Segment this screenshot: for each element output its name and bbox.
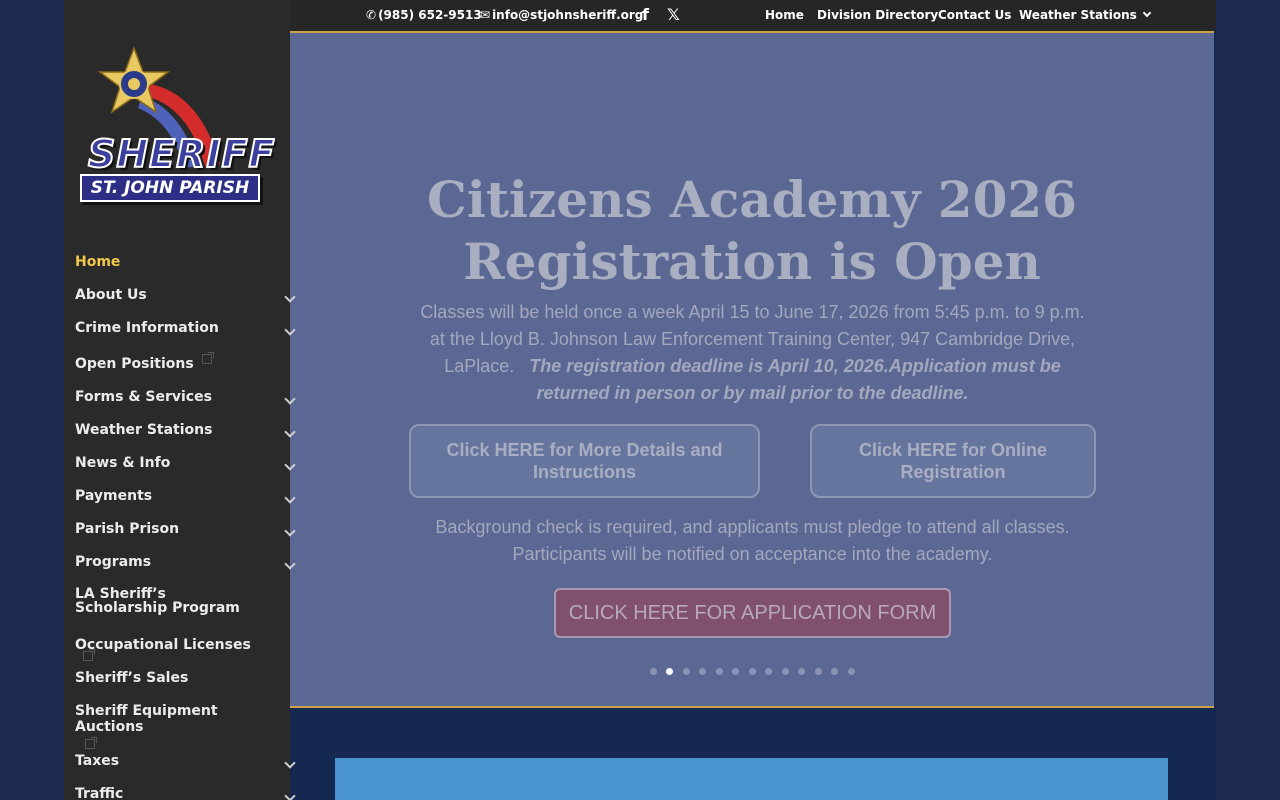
sidebar-item-label: Occupational Licenses [75, 637, 251, 653]
sidebar-item-label: Forms & Services [75, 389, 212, 405]
chevron-down-icon [1142, 8, 1152, 18]
sidebar-item-occupational-licenses[interactable]: Occupational Licenses [75, 637, 290, 669]
sidebar-item-about-us[interactable]: About Us [75, 287, 296, 303]
hero-note: Background check is required, and applic… [435, 517, 1070, 564]
email-link[interactable]: ✉ info@stjohnsheriff.org [480, 8, 643, 22]
slider-dot[interactable] [814, 668, 822, 675]
phone-icon: ✆ [366, 8, 377, 22]
top-nav-contact-us[interactable]: Contact Us [938, 8, 1011, 22]
x-icon[interactable]: 𝕏 [667, 5, 680, 24]
sidebar-item-weather-stations[interactable]: Weather Stations [75, 422, 296, 438]
sidebar-item-label: Taxes [75, 753, 120, 769]
slider-dot[interactable] [781, 668, 789, 675]
sidebar-item-forms-services[interactable]: Forms & Services [75, 389, 296, 405]
sidebar-item-label: Home [75, 254, 121, 270]
hero-slider: Citizens Academy 2026 Registration is Op… [290, 31, 1214, 708]
sidebar-item-label: Weather Stations [75, 422, 213, 438]
sidebar-item-label: Traffic [75, 786, 124, 800]
phone-link[interactable]: ✆ (985) 652-9513 [366, 8, 482, 22]
sidebar-item-sheriffs-sales[interactable]: Sheriff’s Sales [75, 670, 290, 686]
sidebar-item-parish-prison[interactable]: Parish Prison [75, 521, 296, 537]
top-bar: ✆ (985) 652-9513 ✉ info@stjohnsheriff.org … [290, 0, 1216, 31]
hero-deadline-text: The registration deadline is April 10, 2… [529, 356, 1061, 403]
hero-title-line-1: Citizens Academy 2026 [427, 170, 1077, 229]
logo-sheriff-text: SHERIFF [87, 131, 276, 177]
email-address: info@stjohnsheriff.org [492, 8, 644, 22]
slider-dot[interactable] [715, 668, 723, 675]
slider-dot[interactable] [798, 668, 805, 675]
application-form-button[interactable]: CLICK HERE FOR APPLICATION FORM [554, 588, 951, 638]
slider-dot[interactable] [699, 668, 706, 675]
more-details-button[interactable]: Click HERE for More Details and Instruct… [409, 424, 760, 498]
online-registration-button[interactable]: Click HERE for Online Registration [810, 424, 1096, 498]
content-banner [335, 758, 1168, 800]
sidebar-item-equipment-auctions[interactable]: Sheriff Equipment Auctions [75, 703, 290, 751]
sidebar-item-label: LA Sheriff’s Scholarship Program [75, 586, 240, 616]
logo-parish-text: ST. JOHN PARISH [80, 174, 260, 202]
sidebar-item-label: News & Info [75, 455, 171, 471]
phone-number: (985) 652-9513 [378, 8, 482, 22]
sidebar-item-label: Parish Prison [75, 521, 180, 537]
slider-dot[interactable] [831, 668, 838, 675]
hero-description: Classes will be held once a week April 1… [415, 299, 1090, 407]
hero-title: Citizens Academy 2026 Registration is Op… [290, 169, 1214, 293]
sidebar-item-payments[interactable]: Payments [75, 488, 296, 504]
sidebar-item-home[interactable]: Home [75, 254, 144, 270]
slider-pagination [290, 660, 1214, 675]
slider-dot[interactable] [682, 668, 690, 675]
sidebar-item-open-positions[interactable]: Open Positions [75, 352, 290, 372]
top-nav-division-directory[interactable]: Division Directory [817, 8, 938, 22]
slider-dot[interactable] [732, 668, 739, 675]
sheriff-logo[interactable]: SHERIFF ST. JOHN PARISH [80, 44, 275, 214]
sidebar-item-scholarship-program[interactable]: LA Sheriff’s Scholarship Program [75, 587, 265, 615]
sidebar-item-label: Programs [75, 554, 152, 570]
slider-dot[interactable] [666, 668, 673, 675]
slider-dot[interactable] [847, 668, 855, 675]
sidebar-item-crime-information[interactable]: Crime Information [75, 320, 296, 336]
facebook-icon[interactable]: f [642, 5, 649, 24]
sidebar-item-label: Sheriff Equipment Auctions [75, 703, 218, 735]
hero-title-line-2: Registration is Open [463, 232, 1041, 291]
sidebar-item-news-info[interactable]: News & Info [75, 455, 296, 471]
slider-dot[interactable] [649, 668, 657, 675]
slider-dot[interactable] [765, 668, 772, 675]
external-link-icon [85, 737, 97, 749]
top-nav-weather-stations[interactable]: Weather Stations [1019, 8, 1152, 22]
external-link-icon [201, 352, 214, 364]
sidebar-item-traffic[interactable]: Traffic [75, 786, 296, 800]
top-nav-home[interactable]: Home [765, 8, 804, 22]
top-nav-weather-stations-label: Weather Stations [1019, 8, 1137, 22]
sidebar-item-programs[interactable]: Programs [75, 554, 296, 570]
sidebar-item-label: Open Positions [75, 356, 194, 372]
sidebar-item-label: Sheriff’s Sales [75, 670, 189, 686]
sidebar-item-label: Crime Information [75, 320, 219, 336]
slider-dot[interactable] [748, 668, 756, 675]
sidebar-item-label: Payments [75, 488, 153, 504]
envelope-icon: ✉ [480, 8, 491, 22]
sidebar: SHERIFF ST. JOHN PARISH Home About Us Cr… [64, 0, 296, 800]
sidebar-item-taxes[interactable]: Taxes [75, 753, 296, 769]
external-link-icon [83, 649, 95, 661]
sidebar-item-label: About Us [75, 287, 147, 303]
